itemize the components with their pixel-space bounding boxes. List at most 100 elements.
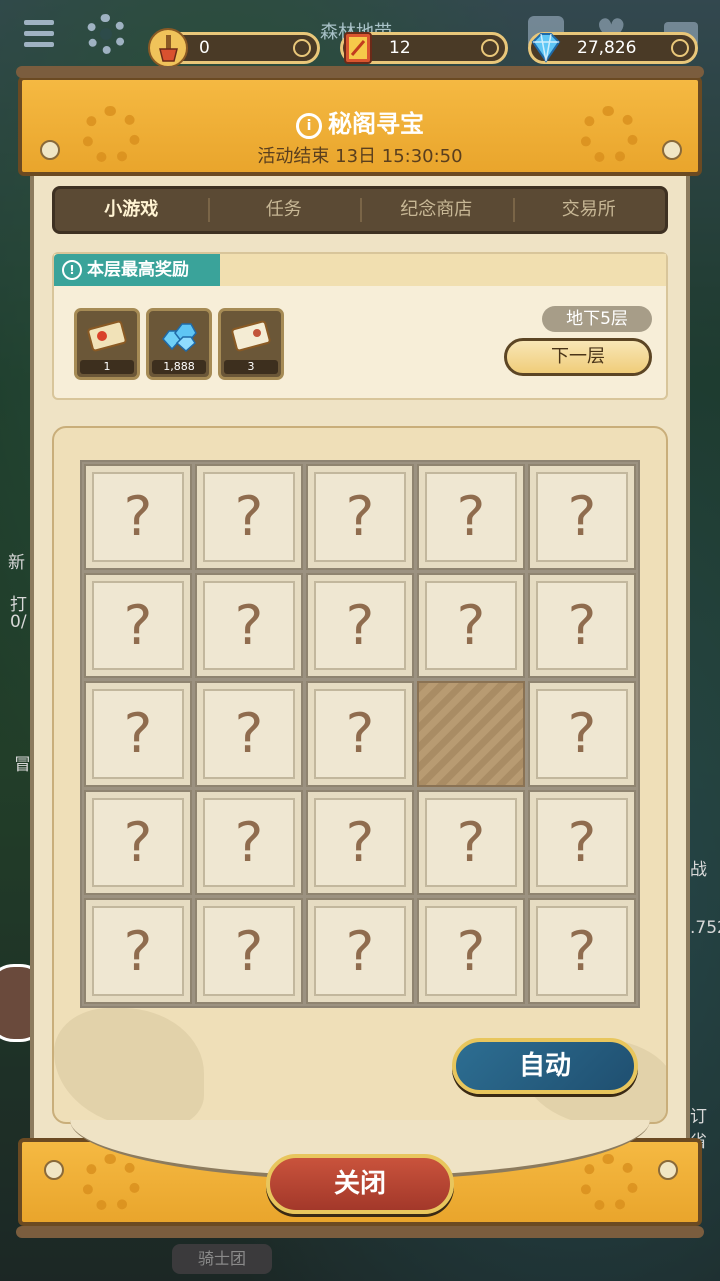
diamond-pile-icon [162, 323, 197, 353]
grid-cell-dug [417, 681, 525, 787]
gem-count: 27,826 [577, 38, 637, 58]
grid-cell[interactable]: ? [195, 898, 303, 1004]
reward-count: 3 [224, 360, 278, 374]
reward-panel: ! 本层最高奖励 1 1,888 3 地下5层 下一层 [52, 252, 668, 400]
bg-side-label: 战 [690, 860, 707, 880]
tab-minigame[interactable]: 小游戏 [55, 189, 208, 231]
question-mark: ? [456, 811, 486, 875]
diamond-icon [531, 33, 561, 63]
bg-knight-tab: 骑士团 [172, 1244, 272, 1274]
reward-count: 1 [80, 360, 134, 374]
question-mark: ? [123, 811, 153, 875]
shovel-counter[interactable]: 0 [148, 28, 320, 68]
question-mark: ? [234, 593, 264, 657]
reward-title: ! 本层最高奖励 [54, 254, 220, 286]
bg-side-label: 0/ [10, 612, 27, 632]
scroll-counter[interactable]: 12 [340, 32, 508, 64]
question-mark: ? [345, 485, 375, 549]
reward-item[interactable]: 3 [218, 308, 284, 380]
question-mark: ? [234, 485, 264, 549]
question-mark: ? [456, 485, 486, 549]
grid-cell[interactable]: ? [528, 572, 636, 679]
question-mark: ? [567, 485, 597, 549]
question-mark: ? [567, 919, 597, 983]
reward-item[interactable]: 1,888 [146, 308, 212, 380]
tab-exchange[interactable]: 交易所 [512, 189, 666, 231]
question-mark: ? [123, 919, 153, 983]
dialog-header: i 秘阁寻宝 活动结束 13日 15:30:50 [16, 66, 704, 176]
auto-button[interactable]: 自动 [452, 1038, 638, 1094]
question-mark: ? [234, 919, 264, 983]
bg-side-label: 新 [8, 553, 25, 573]
question-mark: ? [456, 919, 486, 983]
close-button[interactable]: 关闭 [266, 1154, 454, 1214]
dig-grid: ???????????????????????? [80, 460, 640, 1008]
tab-souvenir-shop[interactable]: 纪念商店 [360, 189, 513, 231]
question-mark: ? [234, 811, 264, 875]
grid-cell[interactable]: ? [84, 789, 192, 896]
grid-cell[interactable]: ? [417, 789, 525, 896]
bolt-decoration-icon [44, 1160, 64, 1180]
grid-cell[interactable]: ? [84, 572, 192, 679]
smoke-decoration [54, 1008, 204, 1122]
bg-side-label: .752 [690, 918, 720, 938]
top-bar: 森林地带 ♥ 0 12 27,826 [0, 0, 720, 70]
cog-decoration-icon [580, 1154, 638, 1212]
question-mark: ? [345, 811, 375, 875]
add-gem-button[interactable] [671, 39, 689, 57]
reward-count: 1,888 [152, 360, 206, 374]
grid-cell[interactable]: ? [528, 789, 636, 896]
question-mark: ? [345, 919, 375, 983]
tab-tasks[interactable]: 任务 [207, 189, 361, 231]
grid-cell[interactable]: ? [195, 464, 303, 570]
question-mark: ? [567, 811, 597, 875]
shovel-icon [148, 28, 188, 68]
grid-cell[interactable]: ? [417, 572, 525, 679]
question-mark: ? [345, 702, 375, 766]
question-mark: ? [567, 593, 597, 657]
grid-cell[interactable]: ? [528, 681, 636, 787]
grid-cell[interactable]: ? [417, 898, 525, 1004]
question-mark: ? [567, 702, 597, 766]
grid-cell[interactable]: ? [306, 898, 414, 1004]
bg-side-label: 冒 [14, 755, 31, 775]
grid-cell[interactable]: ? [195, 572, 303, 679]
grid-cell[interactable]: ? [417, 464, 525, 570]
question-mark: ? [123, 593, 153, 657]
grid-cell[interactable]: ? [528, 464, 636, 570]
grid-cell[interactable]: ? [84, 898, 192, 1004]
info-icon[interactable]: i [296, 113, 322, 139]
alert-icon: ! [62, 260, 82, 280]
question-mark: ? [345, 593, 375, 657]
question-mark: ? [123, 485, 153, 549]
grid-cell[interactable]: ? [84, 681, 192, 787]
grid-cell[interactable]: ? [306, 681, 414, 787]
bolt-decoration-icon [658, 1160, 678, 1180]
header-rod [16, 66, 704, 78]
dialog-title-row: i 秘阁寻宝 [22, 104, 698, 139]
grid-cell[interactable]: ? [195, 789, 303, 896]
question-mark: ? [123, 702, 153, 766]
reward-title-text: 本层最高奖励 [87, 260, 189, 280]
grid-cell[interactable]: ? [84, 464, 192, 570]
next-floor-button[interactable]: 下一层 [504, 338, 652, 376]
reward-item[interactable]: 1 [74, 308, 140, 380]
cog-decoration-icon [82, 1154, 140, 1212]
gem-counter[interactable]: 27,826 [528, 32, 698, 64]
footer-rod [16, 1226, 704, 1238]
grid-cell[interactable]: ? [528, 898, 636, 1004]
shovel-count: 0 [199, 38, 210, 58]
ticket-white-icon [231, 320, 271, 352]
add-shovel-button[interactable] [293, 39, 311, 57]
question-mark: ? [456, 593, 486, 657]
gear-icon[interactable] [86, 14, 126, 54]
scroll-count: 12 [389, 38, 411, 58]
grid-cell[interactable]: ? [195, 681, 303, 787]
menu-icon[interactable] [24, 20, 54, 48]
grid-cell[interactable]: ? [306, 572, 414, 679]
grid-cell[interactable]: ? [306, 789, 414, 896]
grid-cell[interactable]: ? [306, 464, 414, 570]
floor-label: 地下5层 [542, 306, 652, 332]
add-scroll-button[interactable] [481, 39, 499, 57]
dialog-title: 秘阁寻宝 [328, 110, 424, 138]
